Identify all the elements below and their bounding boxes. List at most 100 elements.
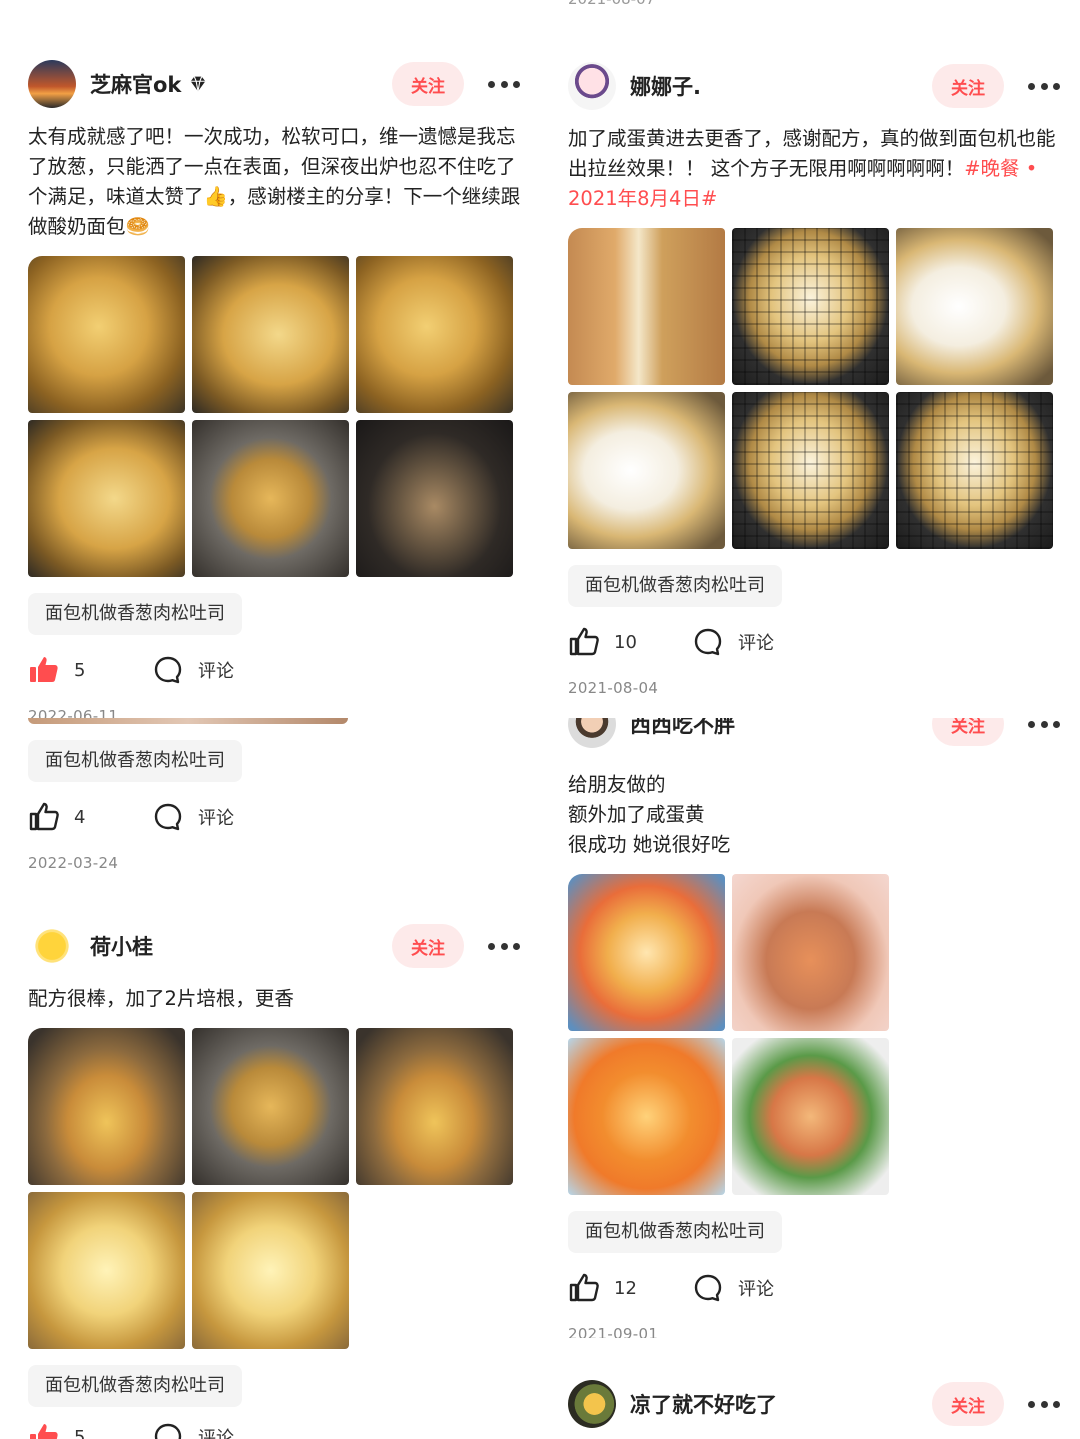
left-column: 芝麻官ok 关注 太有成就感了吧！一次成功，松软可口，维一遗憾是我忘了放葱，只能… [28,0,528,1439]
comment-bubble-icon [154,803,182,831]
more-dots-icon[interactable] [1024,68,1064,104]
post-photo[interactable] [28,1028,185,1185]
username-link[interactable]: 娜娜子. [630,71,701,101]
comment-button[interactable]: 评论 [152,1421,234,1439]
more-dots-icon[interactable] [1024,1386,1064,1422]
post-photo[interactable] [732,874,889,1031]
post-date: 2021-08-07 [568,0,655,8]
comment-bubble-icon [154,656,182,684]
more-dots-icon[interactable] [484,66,524,102]
photo-grid [568,228,1068,549]
comment-button[interactable]: 评论 [152,654,234,686]
avatar[interactable] [28,922,76,970]
username-link[interactable]: 凉了就不好吃了 [630,1389,777,1419]
username: 芝麻官ok [90,73,182,97]
photo-grid [568,874,1068,1195]
post-date: 2021-09-01 [568,1325,659,1338]
post-card: 荷小桂 关注 配方很棒，加了2片培根，更香 面包机做香葱肉松吐司 5 评论 [28,918,528,1439]
action-bar: 5 评论 [28,1417,528,1439]
comment-label: 评论 [738,633,774,654]
like-button[interactable]: 10 [568,626,692,658]
like-count: 5 [74,1426,86,1439]
post-photo[interactable] [28,256,185,413]
follow-button[interactable]: 关注 [932,718,1004,746]
like-button[interactable]: 5 [28,1421,152,1439]
username: 凉了就不好吃了 [630,1393,777,1417]
username-link[interactable]: 荷小桂 [90,931,153,961]
follow-button[interactable]: 关注 [932,64,1004,108]
post-header: 凉了就不好吃了 关注 [568,1376,1068,1432]
post-photo[interactable] [356,420,513,577]
post-photo[interactable] [732,1038,889,1195]
right-column: 2021-08-07 娜娜子. 关注 加了咸蛋黄进去更香了，感谢配方，真的做到面… [568,0,1068,1439]
like-button[interactable]: 4 [28,801,152,833]
comment-label: 评论 [198,808,234,829]
like-button[interactable]: 12 [568,1272,692,1304]
post-photo[interactable] [732,392,889,549]
post-photo[interactable] [568,1038,725,1195]
avatar[interactable] [568,1380,616,1428]
more-dots-icon[interactable] [484,928,524,964]
thumbs-up-filled-icon [30,657,58,682]
like-count: 5 [74,659,86,681]
username-link[interactable]: 芝麻官ok [90,69,209,99]
post-card: 西西吃不胖 关注 给朋友做的 额外加了咸蛋黄 很成功 她说很好吃 面包机做香葱肉… [568,718,1068,1338]
post-card: 凉了就不好吃了 关注 [568,1376,1068,1432]
recipe-tag[interactable]: 面包机做香葱肉松吐司 [28,1365,242,1407]
post-photo[interactable] [28,420,185,577]
post-photo[interactable] [732,228,889,385]
thumbs-up-icon [29,802,59,831]
recipe-tag[interactable]: 面包机做香葱肉松吐司 [568,565,782,607]
photo-grid [28,256,528,577]
post-card: 娜娜子. 关注 加了咸蛋黄进去更香了，感谢配方，真的做到面包机也能出拉丝效果！！… [568,58,1068,697]
comment-label: 评论 [198,661,234,682]
empty-slot [896,874,1053,1031]
comment-button[interactable]: 评论 [692,626,774,658]
post-photo[interactable] [356,256,513,413]
comment-label: 评论 [198,1428,234,1439]
post-photo[interactable] [568,228,725,385]
username: 西西吃不胖 [630,718,735,737]
post-photo[interactable] [568,392,725,549]
recipe-tag[interactable]: 面包机做香葱肉松吐司 [568,1211,782,1253]
comment-label: 评论 [738,1279,774,1300]
recipe-tag[interactable]: 面包机做香葱肉松吐司 [28,593,242,635]
post-photo[interactable] [896,392,1053,549]
avatar[interactable] [568,62,616,110]
post-header: 娜娜子. 关注 [568,58,1068,114]
post-photo[interactable] [192,256,349,413]
post-photo[interactable] [192,1028,349,1185]
post-photo[interactable] [356,1028,513,1185]
comment-button[interactable]: 评论 [692,1272,774,1304]
username: 荷小桂 [90,935,153,959]
action-bar: 10 评论 [568,617,1068,667]
like-count: 12 [614,1277,637,1299]
username-link[interactable]: 西西吃不胖 [630,718,735,739]
photo-grid [28,1028,528,1349]
avatar[interactable] [28,60,76,108]
comment-button[interactable]: 评论 [152,801,234,833]
like-count: 10 [614,631,637,653]
username: 娜娜子. [630,75,701,99]
post-photo[interactable] [192,1192,349,1349]
follow-button[interactable]: 关注 [392,62,464,106]
recipe-tag[interactable]: 面包机做香葱肉松吐司 [28,740,242,782]
more-dots-icon[interactable] [1024,718,1064,742]
post-text: 配方很棒，加了2片培根，更香 [28,987,294,1010]
avatar[interactable] [568,718,616,748]
verified-diamond-icon [191,76,206,92]
like-button[interactable]: 5 [28,654,152,686]
post-photo[interactable] [568,874,725,1031]
action-bar: 4 评论 [28,792,528,842]
post-date: 2022-03-24 [28,854,119,872]
post-photo[interactable] [192,420,349,577]
post-photo[interactable] [896,228,1053,385]
action-bar: 5 评论 [28,645,528,695]
comment-bubble-icon [694,1274,722,1302]
follow-button[interactable]: 关注 [932,1382,1004,1426]
follow-button[interactable]: 关注 [392,924,464,968]
post-header: 芝麻官ok 关注 [28,56,528,112]
post-photo[interactable] [28,1192,185,1349]
thumbs-up-icon [569,627,599,656]
thumbs-up-filled-icon [30,1424,58,1439]
